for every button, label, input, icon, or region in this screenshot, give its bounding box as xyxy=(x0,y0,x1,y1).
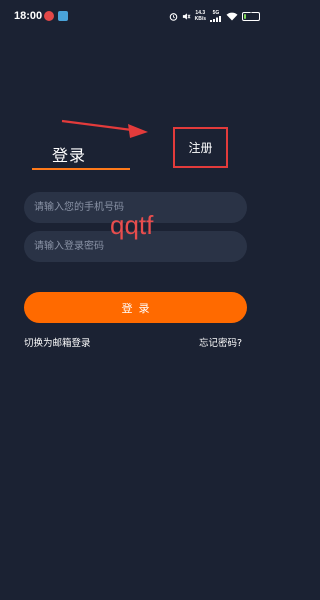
notification-app-icon xyxy=(44,11,54,21)
alarm-icon xyxy=(169,12,177,21)
tab-register-label: 注册 xyxy=(188,141,213,155)
speed-unit: KB/s xyxy=(194,16,206,22)
network-speed: 14.3 KB/s xyxy=(195,10,206,22)
network-type: 5G xyxy=(210,10,222,22)
tab-login-underline xyxy=(32,168,130,170)
password-input[interactable] xyxy=(24,231,247,262)
switch-to-email-link[interactable]: 切换为邮箱登录 xyxy=(24,335,91,349)
forgot-password-link[interactable]: 忘记密码? xyxy=(199,335,242,349)
status-bar: 18:00 14.3 KB/s 5G 8 xyxy=(0,0,270,34)
mute-icon xyxy=(182,12,191,20)
status-indicators: 14.3 KB/s 5G 8 xyxy=(169,9,260,23)
login-button[interactable]: 登录 xyxy=(24,292,247,323)
battery-icon: 8 xyxy=(242,11,260,21)
battery-level: 8 xyxy=(249,12,253,19)
status-time: 18:00 xyxy=(14,10,43,22)
phone-input[interactable] xyxy=(24,192,247,223)
signal-icon xyxy=(210,16,221,22)
tab-register[interactable]: 注册 xyxy=(173,127,228,168)
wifi-icon xyxy=(226,12,238,20)
tab-login[interactable]: 登录 xyxy=(52,142,86,166)
notification-card-icon xyxy=(58,11,68,21)
